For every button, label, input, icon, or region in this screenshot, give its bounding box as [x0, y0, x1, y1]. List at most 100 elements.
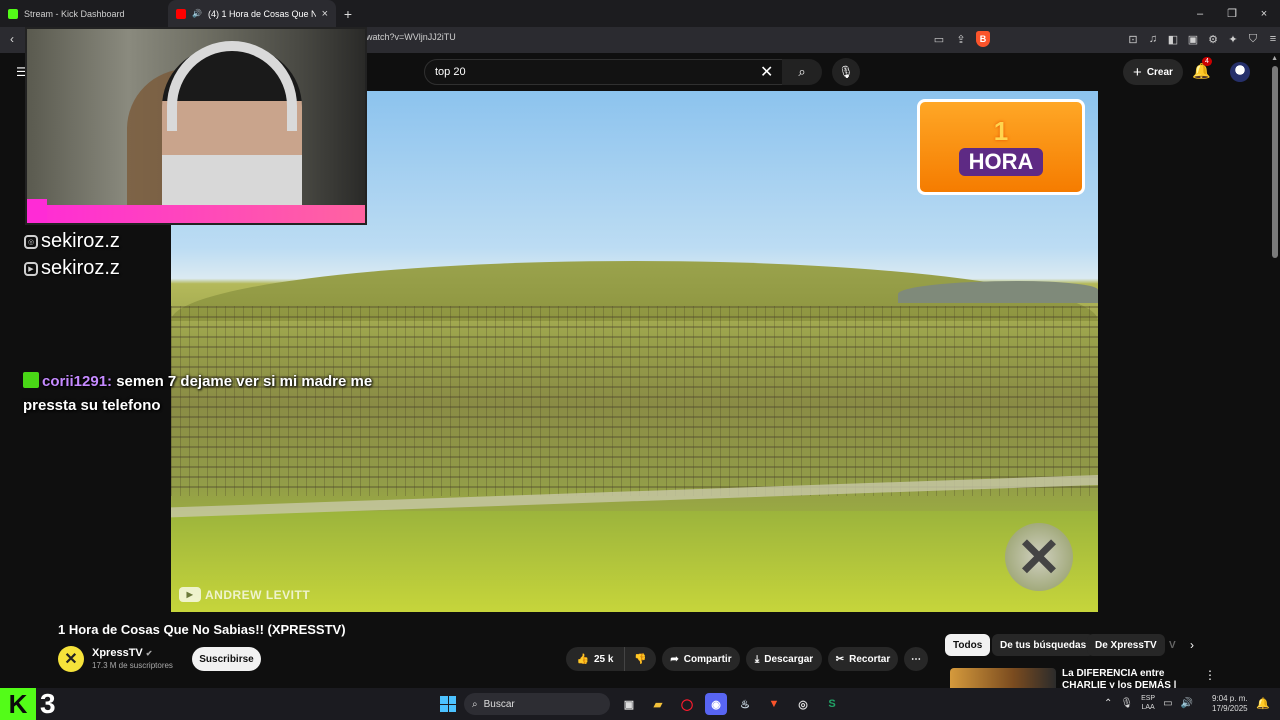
discord-icon[interactable]: ◉: [705, 693, 727, 715]
tab-title: (4) 1 Hora de Cosas Que No S: [207, 8, 316, 19]
menu-icon[interactable]: ≡: [1266, 31, 1280, 47]
hora-badge-word: HORA: [958, 148, 1044, 176]
search-input[interactable]: top 20: [424, 59, 794, 85]
clip-button[interactable]: ✂ Recortar: [828, 647, 898, 671]
page-scrollbar[interactable]: [1272, 66, 1278, 258]
close-window-button[interactable]: ×: [1248, 0, 1280, 27]
create-button[interactable]: + Crear: [1123, 59, 1183, 85]
clip-label: Recortar: [849, 653, 891, 665]
channel-name[interactable]: XpressTV ✔: [92, 647, 152, 659]
language-code: ESP: [1141, 695, 1156, 702]
task-view-icon[interactable]: ▣: [618, 693, 640, 715]
notifications-icon[interactable]: 🔔: [1256, 697, 1270, 710]
dislike-button[interactable]: 👎: [624, 647, 656, 671]
microphone-icon[interactable]: 🎙: [1120, 698, 1133, 709]
webcam-frame-accent: [27, 205, 365, 223]
start-button[interactable]: [440, 696, 456, 712]
kick-viewer-count: 3: [40, 688, 56, 719]
url-field[interactable]: watch?v=WVljnJJ2iTU: [366, 32, 456, 42]
download-icon: ⤓: [754, 653, 760, 665]
watermark-text: ANDREW LEVITT: [205, 587, 311, 602]
brave-shield-icon[interactable]: B: [976, 31, 990, 47]
xpress-x-logo: ✕: [1005, 523, 1073, 591]
vpn-icon[interactable]: ⛉: [1246, 31, 1260, 47]
verified-icon: ✔: [145, 649, 153, 658]
chip-partial[interactable]: V: [1163, 634, 1183, 656]
volume-icon[interactable]: 🔊: [1181, 698, 1193, 709]
tab-title: Stream - Kick Dashboard: [24, 8, 125, 19]
new-tab-button[interactable]: +: [336, 0, 360, 27]
tray-overflow-icon[interactable]: ⌃: [1104, 698, 1112, 709]
taskbar-search[interactable]: ⌕ Buscar: [464, 693, 610, 715]
chat-badge-icon: [23, 372, 39, 388]
youtube-logo-icon: ▶: [179, 587, 201, 602]
chip-todos[interactable]: Todos: [945, 634, 991, 656]
recommendation-title[interactable]: La DIFERENCIA entre CHARLIE y los DEMÁS …: [1062, 668, 1200, 688]
music-icon[interactable]: ♫: [1146, 31, 1160, 47]
sheets-icon[interactable]: S: [821, 693, 843, 715]
recommendation-menu-icon[interactable]: ⋮: [1204, 668, 1216, 682]
video-watermark: ▶ ANDREW LEVITT: [179, 587, 310, 602]
voice-search-button[interactable]: 🎙: [832, 58, 860, 86]
notification-count-badge: 4: [1202, 57, 1212, 66]
kick-logo-icon: K: [0, 688, 36, 720]
kick-favicon-icon: [8, 8, 18, 19]
opera-icon[interactable]: ◯: [676, 693, 698, 715]
share-button[interactable]: ➦ Compartir: [662, 647, 740, 671]
file-explorer-icon[interactable]: ▰: [647, 693, 669, 715]
steam-icon[interactable]: ♨: [734, 693, 756, 715]
maximize-button[interactable]: ❐: [1216, 0, 1248, 27]
layout-code: LAA: [1141, 704, 1155, 711]
share-page-icon[interactable]: ⇪: [954, 31, 968, 47]
clock-date: 17/9/2025: [1212, 704, 1248, 713]
channel-name-text: XpressTV: [92, 647, 143, 659]
hora-badge-number: 1: [993, 116, 1009, 146]
thumbs-down-icon: 👎: [634, 653, 647, 665]
sidebar-icon[interactable]: ◧: [1166, 31, 1180, 47]
taskbar-search-placeholder: Buscar: [483, 698, 515, 710]
search-icon: ⌕: [472, 698, 478, 710]
wallet-icon[interactable]: ▣: [1186, 31, 1200, 47]
taskbar-apps: ▣ ▰ ◯ ◉ ♨ ▼ ◎ S: [618, 693, 843, 715]
like-button[interactable]: 👍 25 k: [566, 647, 624, 671]
stream-chat-message: corii1291: semen 7 dejame ver si mi madr…: [23, 370, 403, 418]
chip-de-xpresstv[interactable]: De XpressTV: [1087, 634, 1165, 656]
plus-icon: +: [1133, 63, 1142, 81]
tab-youtube-video[interactable]: 🔊 (4) 1 Hora de Cosas Que No S ×: [168, 0, 336, 27]
social-instagram: ◎ sekiroz.z: [24, 230, 120, 253]
search-button[interactable]: ⌕: [782, 59, 822, 85]
clear-search-icon[interactable]: ✕: [760, 62, 773, 82]
download-button[interactable]: ⤓ Descargar: [746, 647, 822, 671]
close-tab-icon[interactable]: ×: [322, 8, 328, 20]
cast-icon[interactable]: ▭: [932, 31, 946, 47]
extensions-icon[interactable]: ⚙: [1206, 31, 1220, 47]
more-actions-button[interactable]: ⋯: [904, 647, 928, 671]
recommendation-thumbnail[interactable]: [950, 668, 1056, 688]
extensions-bar: ⊡ ♫ ◧ ▣ ⚙ ✦ ⛉ ≡: [1126, 31, 1280, 47]
window-controls: – ❐ ×: [1184, 0, 1280, 27]
brave-icon[interactable]: ▼: [763, 693, 785, 715]
leo-ai-icon[interactable]: ✦: [1226, 31, 1240, 47]
webcam-overlay: [25, 27, 367, 225]
clock-time: 9:04 p. m.: [1212, 694, 1248, 703]
browser-tab-strip: Stream - Kick Dashboard 🔊 (4) 1 Hora de …: [0, 0, 1280, 27]
language-indicator[interactable]: ESP LAA: [1141, 694, 1155, 712]
back-icon[interactable]: ‹: [10, 32, 14, 46]
create-label: Crear: [1146, 66, 1173, 78]
more-icon: ⋯: [911, 653, 921, 665]
social-handle: sekiroz.z: [41, 257, 120, 279]
social-handle: sekiroz.z: [41, 230, 120, 252]
subscribe-button[interactable]: Suscribirse: [192, 647, 261, 671]
address-bar-actions: ▭ ⇪ B: [932, 31, 990, 47]
network-icon[interactable]: ▭: [1163, 698, 1172, 709]
scroll-up-icon[interactable]: ▲: [1271, 55, 1278, 62]
tab-kick-dashboard[interactable]: Stream - Kick Dashboard: [0, 0, 168, 27]
obs-icon[interactable]: ◎: [792, 693, 814, 715]
screenshot-icon[interactable]: ⊡: [1126, 31, 1140, 47]
taskbar-clock[interactable]: 9:04 p. m. 17/9/2025: [1212, 694, 1248, 714]
chevron-right-icon[interactable]: ›: [1190, 638, 1194, 652]
channel-avatar[interactable]: ✕: [58, 646, 84, 672]
chip-de-tus-busquedas[interactable]: De tus búsquedas: [992, 634, 1095, 656]
minimize-button[interactable]: –: [1184, 0, 1216, 27]
account-avatar[interactable]: [1230, 62, 1250, 82]
